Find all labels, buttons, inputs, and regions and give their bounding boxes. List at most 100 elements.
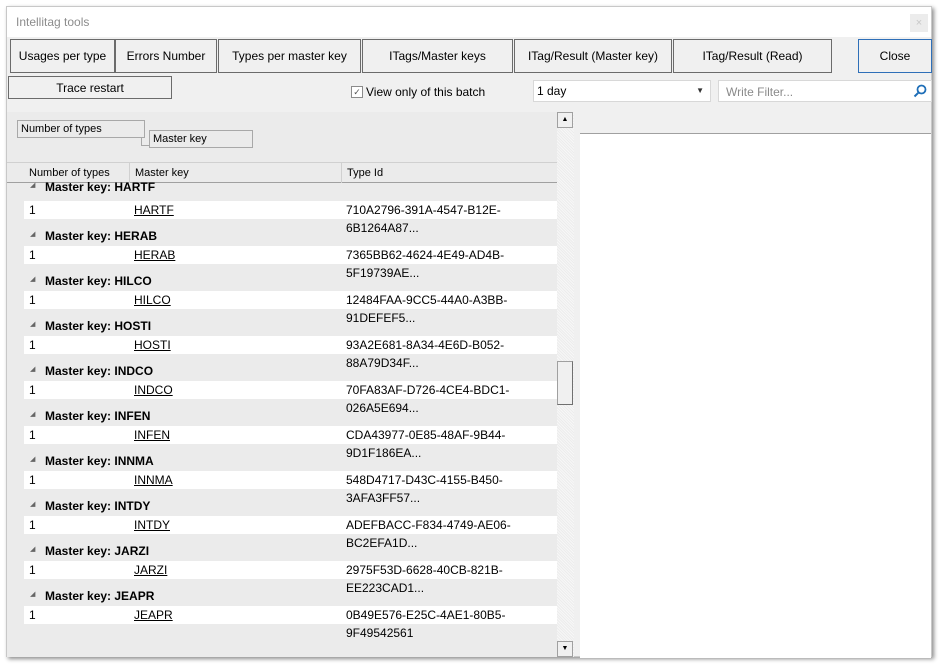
cell-master-key-link[interactable]: INDCO [134,381,173,399]
group-chip-master-key[interactable]: Master key [149,130,253,148]
cell-master-key-link[interactable]: HARTF [134,201,174,219]
scroll-down-button[interactable]: ▼ [557,641,573,657]
cell-number-of-types: 1 [29,473,36,487]
filter-box [718,80,932,102]
expand-group-icon[interactable]: ◢ [30,320,35,328]
expand-group-icon[interactable]: ◢ [30,230,35,238]
cell-number-of-types: 1 [29,293,36,307]
group-label: Master key: INDCO [45,364,154,378]
intellitag-tools-window: Intellitag tools × Usages per type Error… [6,6,932,658]
group-header[interactable]: ◢ Master key: JEAPR [24,584,557,606]
period-dropdown[interactable]: 1 day ▼ [533,80,711,102]
usages-per-type-button[interactable]: Usages per type [10,39,115,73]
scroll-down-icon: ▼ [561,645,569,652]
group-header[interactable]: ◢ Master key: HILCO [24,269,557,291]
types-per-master-key-button[interactable]: Types per master key [218,39,361,73]
group-block: ◢ Master key: INNMA 1 INNMA 548D4717-D43C-41… [24,444,557,505]
group-header[interactable]: ◢ Master key: INNMA [24,449,557,471]
window-title: Intellitag tools [16,15,90,29]
expand-group-icon[interactable]: ◢ [30,181,35,189]
group-label: Master key: HILCO [45,274,152,288]
table-row[interactable]: 1 INTDY ADEFBACC-F834-4749-AE06-BC2EFA1D..… [24,516,557,550]
group-label: Master key: JEAPR [45,589,155,603]
group-header[interactable]: ◢ Master key: INDCO [24,359,557,381]
group-header[interactable]: ◢ Master key: INTDY [24,494,557,516]
cell-number-of-types: 1 [29,428,36,442]
group-label: Master key: HARTF [45,180,156,194]
group-block: ◢ Master key: INFEN 1 INFEN CDA43977-0E85-48… [24,399,557,460]
table-row[interactable]: 1 INFEN CDA43977-0E85-48AF-9B44-9D1F186EA.… [24,426,557,460]
expand-group-icon[interactable]: ◢ [30,500,35,508]
cell-master-key-link[interactable]: HILCO [134,291,171,309]
expand-group-icon[interactable]: ◢ [30,275,35,283]
group-block: ◢ Master key: HERAB 1 HERAB 7365BB62-4624-4E… [24,219,557,280]
table-row[interactable]: 1 INDCO 70FA83AF-D726-4CE4-BDC1-026A5E694.… [24,381,557,415]
scrollbar-thumb[interactable] [557,361,573,405]
cell-number-of-types: 1 [29,518,36,532]
table-row[interactable]: 1 INNMA 548D4717-D43C-4155-B450-3AFA3FF57.… [24,471,557,505]
group-header[interactable]: ◢ Master key: JARZI [24,539,557,561]
cell-number-of-types: 1 [29,338,36,352]
cell-number-of-types: 1 [29,383,36,397]
view-only-batch-checkbox[interactable]: ✓ View only of this batch [351,85,485,99]
scroll-up-button[interactable]: ▲ [557,112,573,128]
search-icon[interactable] [913,84,927,98]
detail-pane [580,133,931,658]
grid-rows: ◢ Master key: HARTF 1 HARTF 710A2796-391A-45… [24,180,557,640]
group-label: Master key: HOSTI [45,319,152,333]
title-bar: Intellitag tools × [7,7,931,37]
cell-master-key-link[interactable]: INFEN [134,426,170,444]
table-row[interactable]: 1 HILCO 12484FAA-9CC5-44A0-A3BB-91DEFEF5..… [24,291,557,325]
itags-master-keys-button[interactable]: ITags/Master keys [362,39,513,73]
expand-group-icon[interactable]: ◢ [30,545,35,553]
group-header[interactable]: ◢ Master key: INFEN [24,404,557,426]
cell-master-key-link[interactable]: HOSTI [134,336,171,354]
column-header-type-id[interactable]: Type Id [342,163,557,183]
itag-result-master-key-button[interactable]: ITag/Result (Master key) [514,39,672,73]
cell-number-of-types: 1 [29,248,36,262]
group-label: Master key: JARZI [45,544,150,558]
group-block: ◢ Master key: INDCO 1 INDCO 70FA83AF-D726-4C… [24,354,557,415]
cell-master-key-link[interactable]: JEAPR [134,606,173,624]
group-block: ◢ Master key: HARTF 1 HARTF 710A2796-391A-45… [24,180,557,235]
group-block: ◢ Master key: HOSTI 1 HOSTI 93A2E681-8A34-4E… [24,309,557,370]
cell-master-key-link[interactable]: INTDY [134,516,170,534]
cell-master-key-link[interactable]: JARZI [134,561,167,579]
expand-group-icon[interactable]: ◢ [30,590,35,598]
expand-group-icon[interactable]: ◢ [30,365,35,373]
close-button[interactable]: Close [858,39,932,73]
group-label: Master key: INNMA [45,454,154,468]
errors-number-button[interactable]: Errors Number [115,39,217,73]
expand-group-icon[interactable]: ◢ [30,455,35,463]
cell-number-of-types: 1 [29,608,36,622]
group-chip-number-of-types[interactable]: Number of types [17,120,145,138]
group-label: Master key: INTDY [45,499,151,513]
cell-number-of-types: 1 [29,563,36,577]
group-header[interactable]: ◢ Master key: HOSTI [24,314,557,336]
trace-restart-button[interactable]: Trace restart [8,76,172,99]
dropdown-arrow-icon[interactable]: ▼ [696,81,704,101]
group-header[interactable]: ◢ Master key: HERAB [24,224,557,246]
table-row[interactable]: 1 JARZI 2975F53D-6628-40CB-821B-EE223CAD1.… [24,561,557,595]
filter-input[interactable] [724,82,908,102]
group-block: ◢ Master key: JEAPR 1 JEAPR 0B49E576-E25C-4A… [24,579,557,640]
group-label: Master key: HERAB [45,229,158,243]
group-block: ◢ Master key: INTDY 1 INTDY ADEFBACC-F834-47… [24,489,557,550]
itag-result-read-button[interactable]: ITag/Result (Read) [673,39,832,73]
close-icon: × [915,17,923,29]
table-row[interactable]: 1 HERAB 7365BB62-4624-4E49-AD4B-5F19739AE.… [24,246,557,280]
table-row[interactable]: 1 JEAPR 0B49E576-E25C-4AE1-80B5-9F49542561 [24,606,557,640]
window-close-button[interactable]: × [910,14,928,32]
table-row[interactable]: 1 HOSTI 93A2E681-8A34-4E6D-B052-88A79D34F.… [24,336,557,370]
expand-group-icon[interactable]: ◢ [30,410,35,418]
group-block: ◢ Master key: HILCO 1 HILCO 12484FAA-9CC5-44… [24,264,557,325]
cell-master-key-link[interactable]: HERAB [134,246,175,264]
table-row[interactable]: 1 HARTF 710A2796-391A-4547-B12E-6B1264A87.… [24,201,557,235]
period-selected-value: 1 day [537,84,567,98]
cell-master-key-link[interactable]: INNMA [134,471,173,489]
group-header[interactable]: ◢ Master key: HARTF [24,180,557,201]
checkbox-check-icon[interactable]: ✓ [351,86,363,98]
cell-type-id: 0B49E576-E25C-4AE1-80B5-9F49542561 [346,608,506,640]
vertical-scrollbar[interactable]: ▲ ▼ [557,112,574,657]
column-header-master-key[interactable]: Master key [130,163,342,183]
